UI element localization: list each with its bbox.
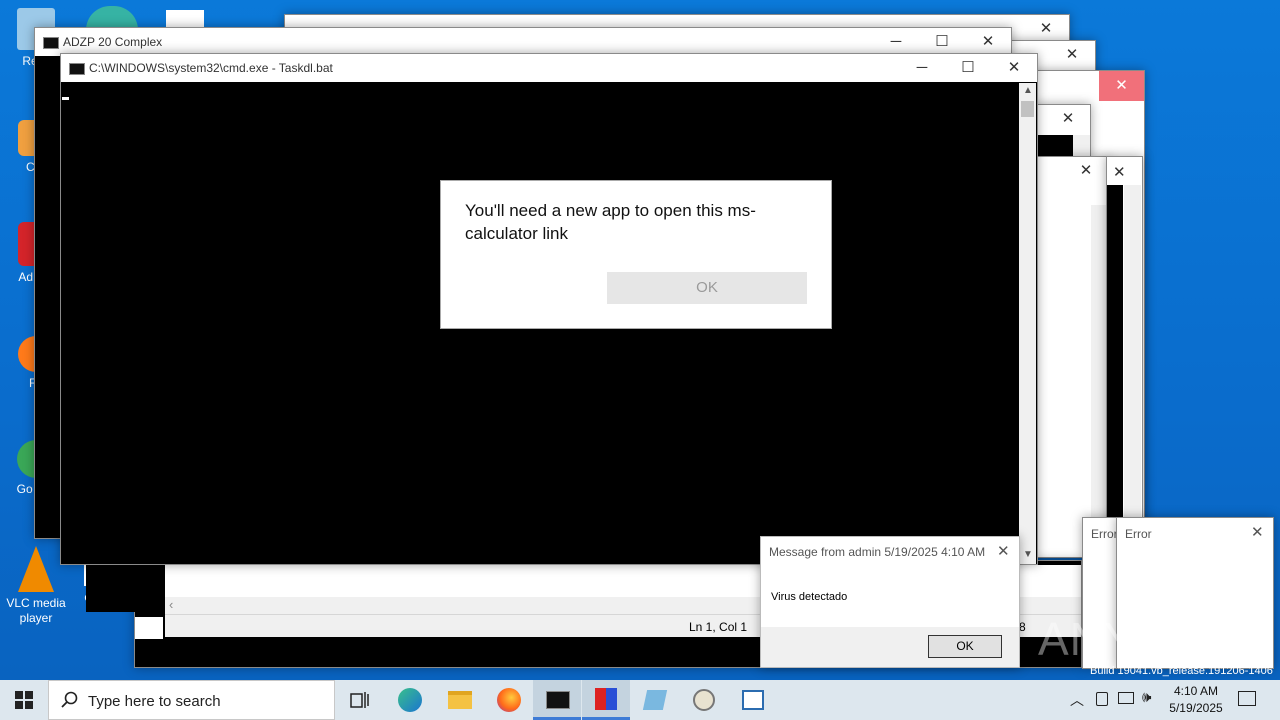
close-button-hover[interactable]: ✕ bbox=[1099, 71, 1144, 101]
console-icon bbox=[43, 37, 59, 49]
clock-time: 4:10 AM bbox=[1173, 684, 1219, 698]
paint-icon bbox=[693, 689, 715, 711]
adzp-titlebar[interactable]: ADZP 20 Complex ─ ☐ ✕ bbox=[35, 28, 1011, 56]
status-partial: 8 bbox=[1019, 620, 1026, 634]
window-title: ADZP 20 Complex bbox=[63, 35, 163, 49]
task-view-icon bbox=[350, 692, 369, 708]
wordpad-icon bbox=[742, 690, 764, 710]
msgbox-ok-button[interactable]: OK bbox=[928, 635, 1002, 658]
close-icon[interactable]: ✕ bbox=[1023, 15, 1069, 43]
task-view-button[interactable] bbox=[336, 680, 384, 720]
show-hidden-icons[interactable]: ︿ bbox=[1070, 690, 1084, 710]
vertical-scrollbar[interactable] bbox=[1124, 185, 1141, 523]
scroll-down-icon[interactable]: ▼ bbox=[1023, 549, 1033, 560]
vertical-scrollbar[interactable]: ▲ ▼ bbox=[1019, 83, 1036, 564]
console-icon bbox=[69, 63, 85, 75]
background-window-5[interactable]: ✕ bbox=[1030, 156, 1110, 558]
dialog-message: You'll need a new app to open this ms-ca… bbox=[465, 201, 756, 243]
close-icon[interactable]: ✕ bbox=[1113, 163, 1126, 181]
taskbar-notes[interactable] bbox=[631, 680, 679, 720]
taskbar-app-boxes[interactable] bbox=[582, 680, 630, 720]
desktop-icon-label: VLC media player bbox=[6, 596, 66, 625]
close-icon[interactable]: ✕ bbox=[1251, 523, 1264, 541]
build-text: Build 19041.vb_release.191206-1406 bbox=[1090, 665, 1273, 677]
network-icon[interactable] bbox=[1118, 692, 1134, 704]
scroll-left-icon[interactable]: ‹ bbox=[169, 597, 173, 612]
cursor bbox=[62, 97, 69, 100]
network-adapter-icon[interactable] bbox=[1096, 692, 1108, 706]
taskbar: Type here to search ︿ 🕪 4:10 AM 5/19/202… bbox=[0, 680, 1280, 720]
close-icon[interactable]: ✕ bbox=[1049, 41, 1095, 69]
start-button[interactable] bbox=[0, 680, 48, 720]
taskbar-cmd[interactable] bbox=[533, 680, 581, 720]
status-position: Ln 1, Col 1 bbox=[689, 620, 748, 634]
notification-center-icon[interactable] bbox=[1238, 691, 1256, 706]
taskbar-wordpad[interactable] bbox=[729, 680, 777, 720]
taskbar-paint[interactable] bbox=[680, 680, 728, 720]
black-strip bbox=[1107, 185, 1123, 523]
cmd-titlebar[interactable]: C:\WINDOWS\system32\cmd.exe - Taskdl.bat… bbox=[61, 54, 1037, 82]
volume-icon[interactable]: 🕪 bbox=[1142, 689, 1151, 706]
background-window-4[interactable]: ✕ bbox=[1030, 104, 1091, 160]
vlc-icon bbox=[18, 546, 54, 592]
close-icon[interactable]: ✕ bbox=[965, 28, 1011, 56]
firefox-icon bbox=[497, 688, 521, 712]
error-title: Error bbox=[1091, 527, 1118, 541]
app-needed-dialog[interactable]: You'll need a new app to open this ms-ca… bbox=[440, 180, 832, 329]
folder-icon bbox=[448, 691, 472, 709]
window-title: C:\WINDOWS\system32\cmd.exe - Taskdl.bat bbox=[89, 61, 333, 75]
taskbar-edge[interactable] bbox=[386, 680, 434, 720]
minimize-icon[interactable]: ─ bbox=[873, 28, 919, 56]
windows-logo-icon bbox=[15, 691, 33, 709]
black-block bbox=[86, 560, 164, 612]
scroll-up-icon[interactable]: ▲ bbox=[1023, 85, 1033, 96]
scroll-thumb[interactable] bbox=[1021, 101, 1034, 117]
error-title: Error bbox=[1125, 527, 1152, 541]
maximize-icon[interactable]: ☐ bbox=[945, 54, 991, 82]
console-icon bbox=[546, 691, 570, 709]
desktop: Recy CCl Ad Acr Fir Go Chr VLC media pla… bbox=[0, 0, 1280, 680]
anyrun-watermark: ANY RUN bbox=[1038, 613, 1252, 665]
search-icon bbox=[61, 691, 78, 708]
close-icon[interactable]: ✕ bbox=[1045, 105, 1090, 133]
close-icon[interactable]: ✕ bbox=[991, 54, 1037, 82]
maximize-icon[interactable]: ☐ bbox=[919, 28, 965, 56]
msgbox-body: Virus detectado bbox=[771, 591, 848, 603]
search-placeholder: Type here to search bbox=[88, 693, 221, 710]
minimize-icon[interactable]: ─ bbox=[899, 54, 945, 82]
taskbar-firefox[interactable] bbox=[484, 680, 532, 720]
close-icon[interactable]: ✕ bbox=[997, 542, 1010, 560]
clock[interactable]: 4:10 AM 5/19/2025 bbox=[1160, 683, 1232, 717]
clock-date: 5/19/2025 bbox=[1169, 701, 1223, 715]
dialog-ok-button[interactable]: OK bbox=[607, 272, 807, 304]
close-icon[interactable]: ✕ bbox=[1063, 157, 1109, 185]
boxes-icon bbox=[595, 688, 617, 710]
taskbar-file-explorer[interactable] bbox=[435, 680, 483, 720]
background-window-6[interactable]: ✕ bbox=[1106, 156, 1143, 524]
msgbox-title: Message from admin 5/19/2025 4:10 AM bbox=[769, 545, 986, 559]
white-block bbox=[135, 617, 163, 639]
search-box[interactable]: Type here to search bbox=[48, 680, 335, 720]
edge-icon bbox=[398, 688, 422, 712]
admin-message-box[interactable]: Message from admin 5/19/2025 4:10 AM ✕ V… bbox=[760, 536, 1020, 668]
notes-icon bbox=[642, 690, 668, 710]
